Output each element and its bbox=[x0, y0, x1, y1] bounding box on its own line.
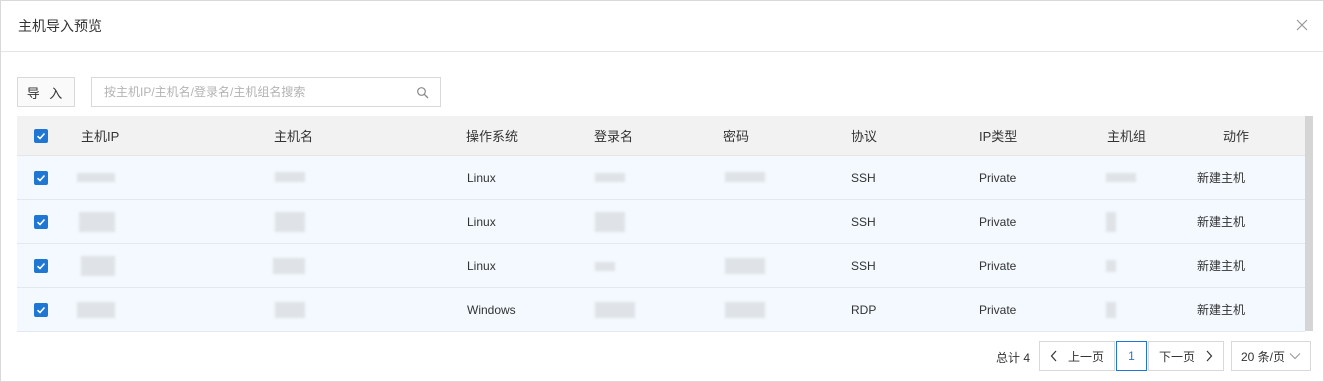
redacted-host-group bbox=[1106, 260, 1116, 272]
redacted-login bbox=[595, 212, 625, 232]
check-icon bbox=[36, 262, 46, 270]
ip-type-cell: Private bbox=[979, 258, 1017, 273]
redacted-login bbox=[595, 302, 635, 318]
import-button[interactable]: 导 入 bbox=[17, 77, 75, 107]
table-scrollbar[interactable] bbox=[1305, 116, 1313, 331]
column-header-ip-type[interactable]: IP类型 bbox=[979, 116, 1017, 155]
row-checkbox[interactable] bbox=[34, 303, 48, 317]
search-box bbox=[91, 77, 441, 107]
column-header-host-group[interactable]: 主机组 bbox=[1107, 116, 1146, 155]
column-header-host-ip[interactable]: 主机IP bbox=[81, 116, 119, 155]
column-header-login[interactable]: 登录名 bbox=[594, 116, 633, 155]
search-icon[interactable] bbox=[416, 86, 430, 100]
redacted-host-ip bbox=[79, 212, 115, 232]
os-cell: Windows bbox=[467, 302, 516, 317]
redacted-hostname bbox=[273, 258, 305, 274]
chevron-right-icon bbox=[1206, 350, 1213, 362]
host-table: 主机IP 主机名 操作系统 登录名 密码 协议 IP类型 主机组 动作 Linu… bbox=[17, 116, 1305, 332]
row-checkbox[interactable] bbox=[34, 259, 48, 273]
action-cell: 新建主机 bbox=[1197, 303, 1246, 317]
redacted-password bbox=[725, 172, 765, 182]
table-row[interactable]: Linux SSH Private 新建主机 bbox=[17, 244, 1305, 288]
table-row[interactable]: Windows RDP Private 新建主机 bbox=[17, 288, 1305, 332]
protocol-cell: RDP bbox=[851, 302, 877, 317]
column-header-action: 动作 bbox=[1223, 129, 1250, 144]
redacted-host-ip bbox=[81, 256, 115, 276]
table-row[interactable]: Linux SSH Private 新建主机 bbox=[17, 200, 1305, 244]
redacted-host-group bbox=[1106, 173, 1136, 182]
next-page-button[interactable]: 下一页 bbox=[1148, 341, 1224, 371]
prev-page-label: 上一页 bbox=[1067, 349, 1104, 364]
page-size-select[interactable]: 20 条/页 bbox=[1231, 341, 1311, 371]
column-header-password[interactable]: 密码 bbox=[723, 116, 749, 155]
redacted-login bbox=[595, 262, 615, 271]
table-header: 主机IP 主机名 操作系统 登录名 密码 协议 IP类型 主机组 动作 bbox=[17, 116, 1305, 156]
redacted-host-group bbox=[1106, 212, 1116, 232]
dialog-title: 主机导入预览 bbox=[18, 18, 102, 34]
redacted-hostname bbox=[275, 172, 305, 182]
page-number-button[interactable]: 1 bbox=[1116, 341, 1147, 371]
row-checkbox[interactable] bbox=[34, 215, 48, 229]
close-icon[interactable] bbox=[1291, 14, 1313, 36]
row-checkbox[interactable] bbox=[34, 171, 48, 185]
next-page-label: 下一页 bbox=[1158, 349, 1195, 364]
os-cell: Linux bbox=[467, 170, 496, 185]
redacted-password bbox=[725, 302, 765, 318]
action-cell: 新建主机 bbox=[1197, 215, 1246, 229]
chevron-down-icon bbox=[1289, 353, 1301, 360]
protocol-cell: SSH bbox=[851, 258, 876, 273]
os-cell: Linux bbox=[467, 214, 496, 229]
dialog-header: 主机导入预览 bbox=[1, 1, 1323, 52]
ip-type-cell: Private bbox=[979, 214, 1017, 229]
redacted-password bbox=[725, 258, 765, 274]
prev-page-button[interactable]: 上一页 bbox=[1039, 341, 1115, 371]
check-icon bbox=[36, 132, 46, 140]
check-icon bbox=[36, 174, 46, 182]
ip-type-cell: Private bbox=[979, 170, 1017, 185]
chevron-left-icon bbox=[1050, 350, 1057, 362]
column-header-protocol[interactable]: 协议 bbox=[851, 116, 877, 155]
os-cell: Linux bbox=[467, 258, 496, 273]
table-row[interactable]: Linux SSH Private 新建主机 bbox=[17, 156, 1305, 200]
ip-type-cell: Private bbox=[979, 302, 1017, 317]
protocol-cell: SSH bbox=[851, 170, 876, 185]
redacted-hostname bbox=[275, 212, 305, 232]
action-cell: 新建主机 bbox=[1197, 171, 1246, 185]
check-icon bbox=[36, 218, 46, 226]
redacted-login bbox=[595, 173, 625, 182]
total-count: 总计 4 bbox=[996, 351, 1031, 365]
select-all-checkbox[interactable] bbox=[34, 129, 48, 143]
redacted-host-ip bbox=[77, 173, 115, 182]
check-icon bbox=[36, 306, 46, 314]
column-header-os[interactable]: 操作系统 bbox=[466, 116, 518, 155]
column-header-hostname[interactable]: 主机名 bbox=[274, 116, 313, 155]
redacted-host-ip bbox=[77, 302, 115, 318]
redacted-hostname bbox=[275, 302, 305, 318]
action-cell: 新建主机 bbox=[1197, 259, 1246, 273]
search-input[interactable] bbox=[92, 78, 404, 106]
protocol-cell: SSH bbox=[851, 214, 876, 229]
redacted-host-group bbox=[1106, 302, 1116, 318]
page-size-label: 20 条/页 bbox=[1240, 349, 1286, 364]
